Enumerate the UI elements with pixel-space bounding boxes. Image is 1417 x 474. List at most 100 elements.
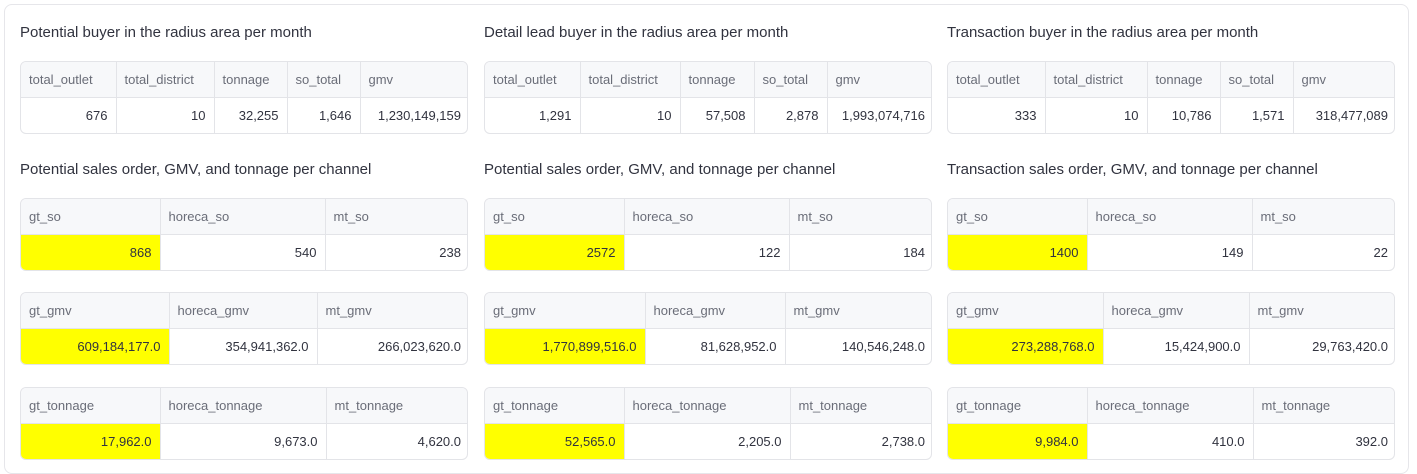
cell-so-total[interactable]: 1,571 xyxy=(1220,97,1294,133)
cell-total-outlet[interactable]: 1,291 xyxy=(485,97,581,133)
gmv-table[interactable]: gt_gmv horeca_gmv mt_gmv 609,184,177.0 354,9… xyxy=(20,292,468,365)
column-header-so-total[interactable]: so_total xyxy=(287,62,361,98)
cell-gmv[interactable]: 318,477,089 xyxy=(1293,98,1394,134)
cell-so-total[interactable]: 2,878 xyxy=(754,97,828,133)
column-header-gt-tonnage[interactable]: gt_tonnage xyxy=(485,388,625,424)
column-header-horeca-gmv[interactable]: horeca_gmv xyxy=(169,293,318,329)
column-header-so-total[interactable]: so_total xyxy=(1220,62,1294,98)
column-header-mt-so[interactable]: mt_so xyxy=(789,199,931,235)
cell-gt-gmv[interactable]: 1,770,899,516.0 xyxy=(485,328,646,364)
cell-tonnage[interactable]: 10,786 xyxy=(1147,97,1221,133)
column-header-gt-so[interactable]: gt_so xyxy=(21,199,161,235)
cell-mt-tonnage[interactable]: 4,620.0 xyxy=(326,424,467,460)
cell-horeca-gmv[interactable]: 81,628,952.0 xyxy=(645,328,786,364)
column-header-horeca-gmv[interactable]: horeca_gmv xyxy=(1103,293,1250,329)
cell-mt-gmv[interactable]: 29,763,420.0 xyxy=(1249,329,1394,365)
cell-mt-so[interactable]: 22 xyxy=(1252,235,1394,271)
column-header-total-district[interactable]: total_district xyxy=(580,62,681,98)
cell-horeca-tonnage[interactable]: 410.0 xyxy=(1087,423,1254,459)
column-header-mt-gmv[interactable]: mt_gmv xyxy=(785,293,931,329)
cell-tonnage[interactable]: 32,255 xyxy=(214,97,288,133)
column-header-tonnage[interactable]: tonnage xyxy=(1147,62,1221,98)
column-header-mt-tonnage[interactable]: mt_tonnage xyxy=(1253,388,1394,424)
buyer-summary-table-grid: total_outlet total_district tonnage so_tota… xyxy=(21,62,467,134)
cell-gt-gmv[interactable]: 273,288,768.0 xyxy=(948,328,1104,364)
column-header-total-district[interactable]: total_district xyxy=(1045,62,1148,98)
column-header-gt-gmv[interactable]: gt_gmv xyxy=(485,293,646,329)
column-header-tonnage[interactable]: tonnage xyxy=(680,62,755,98)
column-header-horeca-so[interactable]: horeca_so xyxy=(1087,199,1253,235)
tonnage-table[interactable]: gt_tonnage horeca_tonnage mt_tonnage 52,565… xyxy=(484,387,932,460)
column-header-mt-so[interactable]: mt_so xyxy=(1252,199,1394,235)
tonnage-table[interactable]: gt_tonnage horeca_tonnage mt_tonnage 17,962… xyxy=(20,387,468,460)
header-row: gt_gmv horeca_gmv mt_gmv xyxy=(485,293,931,329)
column-header-tonnage[interactable]: tonnage xyxy=(214,62,288,98)
column-header-gt-so[interactable]: gt_so xyxy=(485,199,625,235)
sales-order-table[interactable]: gt_so horeca_so mt_so 2572 122 184 xyxy=(484,198,932,271)
column-header-gt-tonnage[interactable]: gt_tonnage xyxy=(948,388,1088,424)
gmv-table[interactable]: gt_gmv horeca_gmv mt_gmv 273,288,768.0 15,42… xyxy=(947,292,1395,365)
cell-gt-so[interactable]: 2572 xyxy=(485,234,625,270)
column-header-total-district[interactable]: total_district xyxy=(116,62,215,98)
column-header-horeca-tonnage[interactable]: horeca_tonnage xyxy=(160,388,327,424)
buyer-section-title: Transaction buyer in the radius area per… xyxy=(947,24,1259,41)
cell-gt-so[interactable]: 1400 xyxy=(948,234,1088,270)
column-header-horeca-gmv[interactable]: horeca_gmv xyxy=(645,293,786,329)
column-header-horeca-tonnage[interactable]: horeca_tonnage xyxy=(1087,388,1254,424)
cell-gt-tonnage[interactable]: 17,962.0 xyxy=(21,423,161,459)
cell-so-total[interactable]: 1,646 xyxy=(287,97,361,133)
cell-horeca-so[interactable]: 122 xyxy=(624,234,790,270)
buyer-summary-table[interactable]: total_outlet total_district tonnage so_tota… xyxy=(484,61,932,134)
cell-mt-gmv[interactable]: 140,546,248.0 xyxy=(785,329,931,365)
cell-mt-so[interactable]: 238 xyxy=(325,235,467,271)
column-header-gmv[interactable]: gmv xyxy=(827,62,931,98)
cell-horeca-gmv[interactable]: 15,424,900.0 xyxy=(1103,328,1250,364)
cell-total-district[interactable]: 10 xyxy=(1045,97,1148,133)
column-header-horeca-so[interactable]: horeca_so xyxy=(160,199,326,235)
sales-order-table[interactable]: gt_so horeca_so mt_so 1400 149 22 xyxy=(947,198,1395,271)
cell-horeca-so[interactable]: 540 xyxy=(160,234,326,270)
cell-horeca-tonnage[interactable]: 9,673.0 xyxy=(160,423,327,459)
column-header-gt-tonnage[interactable]: gt_tonnage xyxy=(21,388,161,424)
buyer-summary-table[interactable]: total_outlet total_district tonnage so_tota… xyxy=(947,61,1395,134)
tonnage-table-grid: gt_tonnage horeca_tonnage mt_tonnage 17,962… xyxy=(21,388,467,460)
cell-horeca-so[interactable]: 149 xyxy=(1087,234,1253,270)
cell-mt-tonnage[interactable]: 392.0 xyxy=(1253,424,1394,460)
column-header-mt-so[interactable]: mt_so xyxy=(325,199,467,235)
column-header-gmv[interactable]: gmv xyxy=(360,62,467,98)
cell-gt-so[interactable]: 868 xyxy=(21,234,161,270)
cell-mt-gmv[interactable]: 266,023,620.0 xyxy=(317,329,467,365)
column-header-horeca-tonnage[interactable]: horeca_tonnage xyxy=(624,388,791,424)
gmv-table[interactable]: gt_gmv horeca_gmv mt_gmv 1,770,899,516.0 81,… xyxy=(484,292,932,365)
column-header-gt-gmv[interactable]: gt_gmv xyxy=(948,293,1104,329)
cell-total-outlet[interactable]: 333 xyxy=(948,97,1046,133)
column-header-mt-gmv[interactable]: mt_gmv xyxy=(1249,293,1394,329)
sales-order-table[interactable]: gt_so horeca_so mt_so 868 540 238 xyxy=(20,198,468,271)
tonnage-table[interactable]: gt_tonnage horeca_tonnage mt_tonnage 9,984.… xyxy=(947,387,1395,460)
column-header-so-total[interactable]: so_total xyxy=(754,62,828,98)
cell-gt-tonnage[interactable]: 52,565.0 xyxy=(485,423,625,459)
cell-gt-gmv[interactable]: 609,184,177.0 xyxy=(21,328,170,364)
column-header-total-outlet[interactable]: total_outlet xyxy=(21,62,117,98)
column-header-mt-tonnage[interactable]: mt_tonnage xyxy=(326,388,467,424)
cell-gmv[interactable]: 1,993,074,716 xyxy=(827,98,931,134)
cell-total-district[interactable]: 10 xyxy=(580,97,681,133)
cell-horeca-tonnage[interactable]: 2,205.0 xyxy=(624,423,791,459)
cell-gt-tonnage[interactable]: 9,984.0 xyxy=(948,423,1088,459)
column-header-mt-tonnage[interactable]: mt_tonnage xyxy=(790,388,931,424)
column-header-horeca-so[interactable]: horeca_so xyxy=(624,199,790,235)
column-header-mt-gmv[interactable]: mt_gmv xyxy=(317,293,467,329)
cell-total-district[interactable]: 10 xyxy=(116,97,215,133)
cell-total-outlet[interactable]: 676 xyxy=(21,97,117,133)
column-header-gt-gmv[interactable]: gt_gmv xyxy=(21,293,170,329)
column-header-total-outlet[interactable]: total_outlet xyxy=(485,62,581,98)
buyer-summary-table[interactable]: total_outlet total_district tonnage so_tota… xyxy=(20,61,468,134)
column-header-total-outlet[interactable]: total_outlet xyxy=(948,62,1046,98)
cell-tonnage[interactable]: 57,508 xyxy=(680,97,755,133)
cell-mt-tonnage[interactable]: 2,738.0 xyxy=(790,424,931,460)
column-header-gmv[interactable]: gmv xyxy=(1293,62,1394,98)
cell-horeca-gmv[interactable]: 354,941,362.0 xyxy=(169,328,318,364)
column-header-gt-so[interactable]: gt_so xyxy=(948,199,1088,235)
cell-mt-so[interactable]: 184 xyxy=(789,235,931,271)
cell-gmv[interactable]: 1,230,149,159 xyxy=(360,98,467,134)
